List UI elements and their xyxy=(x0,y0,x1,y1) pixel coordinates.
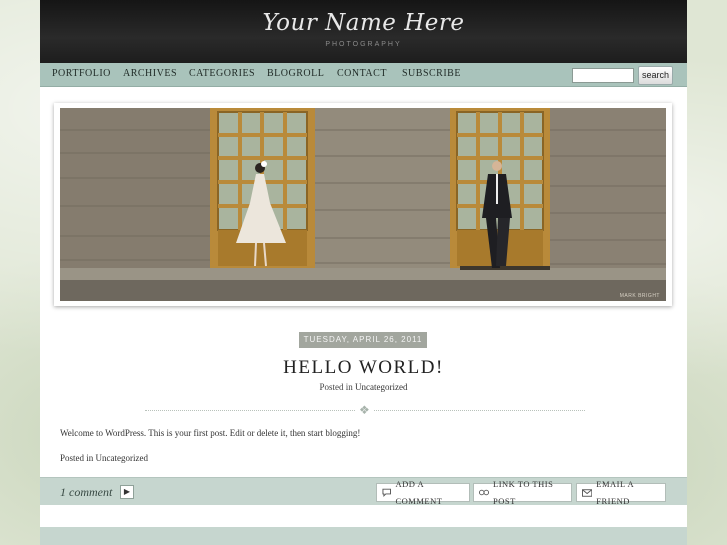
add-comment-button[interactable]: ADD A COMMENT xyxy=(376,479,470,506)
nav-item-contact[interactable]: CONTACT xyxy=(337,68,387,79)
envelope-icon xyxy=(582,488,593,497)
category-link-bottom[interactable]: Uncategorized xyxy=(96,453,148,463)
email-friend-label: EMAIL A FRIEND xyxy=(596,478,634,506)
posted-in-label-bottom: Posted in xyxy=(60,453,94,463)
hero-photo: MARK BRIGHT xyxy=(60,108,666,301)
hero-photo-illustration xyxy=(60,108,666,301)
link-to-post-label: LINK TO THIS POST xyxy=(493,478,554,506)
post-meta-top: Posted in Uncategorized xyxy=(40,382,687,392)
comment-count-link[interactable]: 1 comment xyxy=(60,485,112,500)
comment-bar: 1 comment ▶ ADD A COMMENT LINK TO THIS P… xyxy=(40,477,687,506)
expand-comments-button[interactable]: ▶ xyxy=(120,485,134,499)
category-link-top[interactable]: Uncategorized xyxy=(355,382,407,392)
photo-copyright: MARK BRIGHT xyxy=(619,293,660,299)
hero-image-frame: MARK BRIGHT xyxy=(54,103,672,306)
post-date-badge: TUESDAY, APRIL 26, 2011 xyxy=(299,332,427,348)
nav-item-archives[interactable]: ARCHIVES xyxy=(123,68,177,79)
main-nav: PORTFOLIO ARCHIVES CATEGORIES BLOGROLL C… xyxy=(40,63,687,87)
site-logo-subtitle: PHOTOGRAPHY xyxy=(325,41,402,48)
next-post-strip xyxy=(40,527,687,545)
nav-item-portfolio[interactable]: PORTFOLIO xyxy=(52,68,111,79)
link-icon xyxy=(479,489,490,496)
nav-item-subscribe[interactable]: SUBSCRIBE xyxy=(402,68,461,79)
post-title[interactable]: HELLO WORLD! xyxy=(40,357,687,379)
link-to-post-button[interactable]: LINK TO THIS POST xyxy=(473,479,572,506)
page-container: Your Name Here PHOTOGRAPHY PORTFOLIO ARC… xyxy=(40,0,687,545)
nav-item-categories[interactable]: CATEGORIES xyxy=(189,68,255,79)
post-body: Welcome to WordPress. This is your first… xyxy=(60,428,361,438)
add-comment-label: ADD A COMMENT xyxy=(395,478,443,506)
posted-in-label: Posted in xyxy=(319,382,353,392)
search-input[interactable] xyxy=(572,68,634,83)
post-meta-bottom: Posted in Uncategorized xyxy=(60,453,148,463)
divider-ornament-icon: ❖ xyxy=(356,403,373,418)
email-friend-button[interactable]: EMAIL A FRIEND xyxy=(576,479,666,506)
search-button[interactable]: search xyxy=(638,66,673,85)
site-header: Your Name Here PHOTOGRAPHY xyxy=(40,0,687,63)
speech-bubble-icon xyxy=(382,488,391,497)
site-logo[interactable]: Your Name Here xyxy=(40,10,687,36)
nav-item-blogroll[interactable]: BLOGROLL xyxy=(267,68,324,79)
